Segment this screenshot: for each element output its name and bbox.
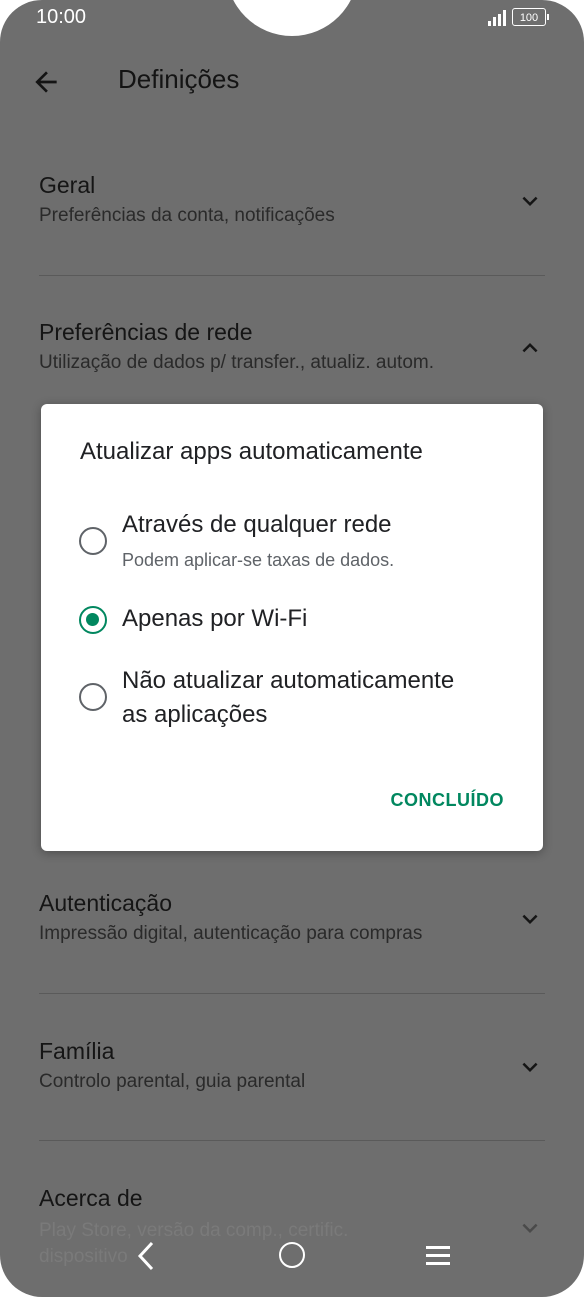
- app-bar: Definições: [0, 52, 584, 112]
- option-label-line1: Não atualizar automaticamente: [122, 667, 455, 694]
- radio-button-unselected[interactable]: [79, 683, 107, 711]
- battery-icon: 100: [512, 8, 549, 26]
- option-label: Através de qualquer rede: [122, 511, 392, 538]
- divider: [39, 993, 545, 994]
- radio-button-unselected[interactable]: [79, 527, 107, 555]
- system-nav-bar: [0, 1226, 584, 1297]
- status-bar: 10:00 100: [0, 0, 584, 38]
- option-no-auto-update[interactable]: Não atualizar automaticamente as aplicaç…: [79, 664, 519, 734]
- divider: [39, 1140, 545, 1141]
- settings-item-title: Acerca de: [39, 1185, 143, 1211]
- option-label-line2: as aplicações: [122, 701, 268, 728]
- chevron-down-icon: [522, 196, 538, 206]
- radio-button-selected[interactable]: [79, 606, 107, 634]
- settings-item-title: Autenticação: [39, 890, 172, 916]
- settings-item-subtitle: Impressão digital, autenticação para com…: [39, 923, 423, 944]
- chevron-down-icon: [522, 1062, 538, 1072]
- arrow-left-icon[interactable]: [30, 66, 62, 98]
- settings-item-subtitle: Utilização de dados p/ transfer., atuali…: [39, 352, 434, 373]
- option-wifi-only[interactable]: Apenas por Wi-Fi: [79, 602, 519, 638]
- settings-item-title: Geral: [39, 172, 96, 198]
- settings-item-subtitle: Preferências da conta, notificações: [39, 205, 335, 226]
- settings-item-title: Preferências de rede: [39, 319, 253, 345]
- page-title: Definições: [118, 64, 240, 94]
- settings-item-network-preferences[interactable]: Preferências de rede Utilização de dados…: [39, 319, 545, 374]
- status-time: 10:00: [36, 6, 87, 28]
- chevron-down-icon: [522, 914, 538, 924]
- settings-item-title: Família: [39, 1038, 115, 1064]
- option-sublabel: Podem aplicar-se taxas de dados.: [122, 550, 395, 570]
- nav-menu-icon[interactable]: [426, 1246, 450, 1266]
- divider: [39, 275, 545, 276]
- phone-screen: 10:00 100 Definições Geral Preferências …: [0, 0, 584, 1297]
- option-any-network[interactable]: Através de qualquer rede Podem aplicar-s…: [79, 508, 519, 578]
- settings-item-subtitle: Controlo parental, guia parental: [39, 1071, 306, 1092]
- nav-home-icon[interactable]: [279, 1242, 305, 1268]
- dialog-title: Atualizar apps automaticamente: [80, 438, 423, 465]
- settings-item-general[interactable]: Geral Preferências da conta, notificaçõe…: [39, 172, 545, 227]
- signal-icon: [488, 10, 508, 26]
- option-label: Apenas por Wi-Fi: [122, 605, 308, 632]
- nav-back-icon[interactable]: [134, 1240, 158, 1272]
- done-button[interactable]: CONCLUÍDO: [391, 790, 505, 811]
- auto-update-dialog: Atualizar apps automaticamente Através d…: [41, 404, 543, 851]
- chevron-up-icon: [522, 343, 538, 353]
- settings-item-family[interactable]: Família Controlo parental, guia parental: [39, 1038, 545, 1093]
- settings-item-authentication[interactable]: Autenticação Impressão digital, autentic…: [39, 890, 545, 945]
